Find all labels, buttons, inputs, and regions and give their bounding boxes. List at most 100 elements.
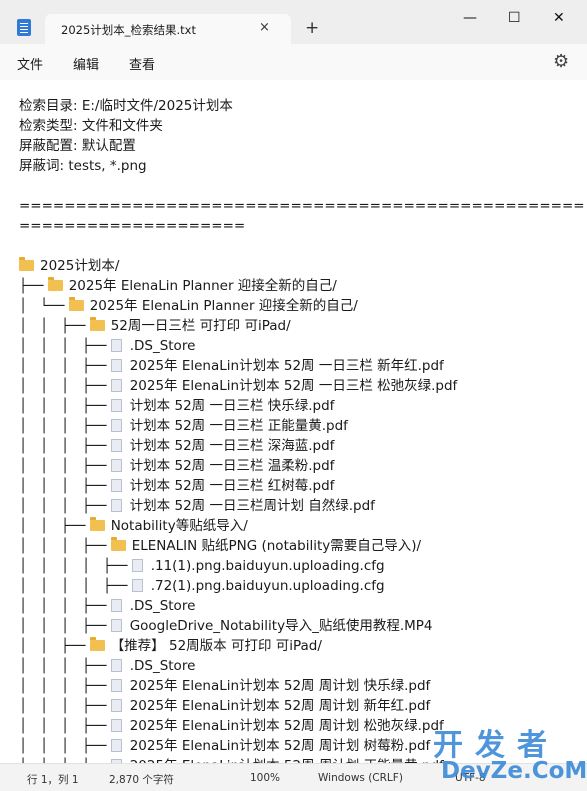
tab-title: 2025计划本_检索结果.txt	[61, 23, 196, 37]
text-line: 检索类型: 文件和文件夹	[19, 118, 163, 134]
entry-name: 计划本 52周 一日三栏 快乐绿.pdf	[129, 398, 335, 414]
entry-name: .DS_Store	[129, 598, 196, 614]
text-line: ========================================…	[19, 198, 585, 214]
entry-name: 2025年 ElenaLin计划本 52周 一日三栏 新年红.pdf	[129, 358, 444, 374]
tree-prefix: │ │ │ ├──	[19, 458, 111, 474]
folder-icon	[68, 297, 84, 311]
text-line: │ │ │ ├── 计划本 52周 一日三栏 红树莓.pdf	[19, 476, 334, 496]
file-icon	[110, 599, 122, 612]
tree-prefix: │ │ │ ├──	[19, 398, 111, 414]
tree-prefix: │ │ │ ├──	[19, 538, 111, 554]
text-editor[interactable]: 检索目录: E:/临时文件/2025计划本 检索类型: 文件和文件夹 屏蔽配置: 默…	[0, 80, 587, 763]
text-line: │ │ │ │ ├── .72(1).png.baiduyun.uploadin…	[19, 576, 385, 596]
menu-edit[interactable]: 编辑	[73, 54, 99, 73]
entry-name: .11(1).png.baiduyun.uploading.cfg	[150, 558, 385, 574]
entry-name: 计划本 52周 一日三栏 红树莓.pdf	[129, 478, 335, 494]
entry-name: 2025计划本/	[40, 258, 120, 274]
text-line: │ │ │ ├── ELENALIN 贴纸PNG (notability需要自己…	[19, 536, 421, 556]
text-line: │ └── 2025年 ElenaLin Planner 迎接全新的自己/	[19, 296, 358, 316]
tree-prefix: │ │ │ ├──	[19, 438, 111, 454]
text-line: ====================	[19, 218, 246, 234]
entry-name: .DS_Store	[129, 658, 196, 674]
text-line: │ │ │ ├── 计划本 52周 一日三栏 温柔粉.pdf	[19, 456, 334, 476]
entry-name: 计划本 52周 一日三栏 温柔粉.pdf	[129, 458, 335, 474]
watermark-logo: 开发者 DevZe.CoM	[415, 720, 587, 786]
entry-name: 2025年 ElenaLin Planner 迎接全新的自己/	[68, 278, 337, 294]
menu-view[interactable]: 查看	[129, 54, 155, 73]
entry-name: 计划本 52周 一日三栏周计划 自然绿.pdf	[129, 498, 375, 514]
file-icon	[110, 619, 122, 632]
text-line: ├── 2025年 ElenaLin Planner 迎接全新的自己/	[19, 276, 337, 296]
text-line: │ │ │ ├── .DS_Store	[19, 336, 195, 356]
entry-name: 2025年 ElenaLin计划本 52周 周计划 松弛灰绿.pdf	[129, 718, 444, 734]
tree-prefix: │ │ ├──	[19, 518, 90, 534]
close-tab-icon[interactable]: ×	[259, 20, 270, 35]
tree-prefix: ├──	[19, 278, 48, 294]
entry-name: .72(1).png.baiduyun.uploading.cfg	[150, 578, 385, 594]
entry-name: 2025年 ElenaLin Planner 迎接全新的自己/	[89, 298, 358, 314]
folder-icon	[47, 277, 63, 291]
file-icon	[131, 579, 143, 592]
tab-document[interactable]: 2025计划本_检索结果.txt ×	[45, 14, 291, 44]
tree-prefix: │ │ │ ├──	[19, 678, 111, 694]
folder-icon	[110, 537, 126, 551]
tree-prefix: │ └──	[19, 298, 69, 314]
entry-name: 52周一日三栏 可打印 可iPad/	[110, 318, 291, 334]
file-icon	[110, 379, 122, 392]
tree-prefix: │ │ │ ├──	[19, 338, 111, 354]
notepad-app-icon	[17, 19, 31, 36]
line-ending[interactable]: Windows (CRLF)	[318, 772, 403, 784]
file-icon	[110, 719, 122, 732]
text-line: │ │ ├── 52周一日三栏 可打印 可iPad/	[19, 316, 291, 336]
maximize-button[interactable]: ☐	[508, 10, 521, 26]
entry-name: ELENALIN 贴纸PNG (notability需要自己导入)/	[131, 538, 422, 554]
folder-icon	[89, 517, 105, 531]
tree-prefix: │ │ │ ├──	[19, 418, 111, 434]
file-icon	[110, 359, 122, 372]
zoom-level[interactable]: 100%	[250, 772, 280, 784]
tree-prefix: │ │ │ ├──	[19, 698, 111, 714]
entry-name: .DS_Store	[129, 338, 196, 354]
tree-prefix: │ │ │ ├──	[19, 658, 111, 674]
close-window-button[interactable]: ✕	[553, 10, 565, 26]
tree-prefix: │ │ │ │ ├──	[19, 578, 132, 594]
text-line: │ │ │ ├── 计划本 52周 一日三栏 深海蓝.pdf	[19, 436, 334, 456]
watermark-bottom: DevZe.CoM	[441, 758, 587, 784]
menu-file[interactable]: 文件	[17, 54, 43, 73]
menu-bar: 文件 编辑 查看 ⚙	[0, 44, 587, 80]
text-line: │ │ │ ├── 2025年 ElenaLin计划本 52周 周计划 松弛灰绿…	[19, 716, 444, 736]
text-line: │ │ │ ├── .DS_Store	[19, 656, 195, 676]
new-tab-button[interactable]: +	[305, 18, 319, 38]
entry-name: 2025年 ElenaLin计划本 52周 周计划 树莓粉.pdf	[129, 738, 431, 754]
folder-icon	[89, 637, 105, 651]
minimize-button[interactable]: —	[463, 10, 477, 26]
file-icon	[110, 399, 122, 412]
tree-prefix: │ │ ├──	[19, 318, 90, 334]
tree-prefix: │ │ │ ├──	[19, 498, 111, 514]
text-line: │ │ │ ├── GoogleDrive_Notability导入_贴纸使用教…	[19, 616, 432, 636]
text-line: │ │ │ ├── 计划本 52周 一日三栏周计划 自然绿.pdf	[19, 496, 375, 516]
folder-icon	[19, 257, 34, 271]
text-line: 检索目录: E:/临时文件/2025计划本	[19, 98, 233, 114]
entry-name: 2025年 ElenaLin计划本 52周 一日三栏 松弛灰绿.pdf	[129, 378, 458, 394]
text-line: │ │ │ ├── 2025年 ElenaLin计划本 52周 一日三栏 松弛灰…	[19, 376, 457, 396]
file-icon	[110, 419, 122, 432]
text-line: │ │ ├── Notability等贴纸导入/	[19, 516, 248, 536]
entry-name: GoogleDrive_Notability导入_贴纸使用教程.MP4	[129, 618, 433, 634]
entry-name: 2025年 ElenaLin计划本 52周 周计划 快乐绿.pdf	[129, 678, 431, 694]
tree-prefix: │ │ │ ├──	[19, 478, 111, 494]
text-line: │ │ │ │ ├── .11(1).png.baiduyun.uploadin…	[19, 556, 385, 576]
entry-name: Notability等贴纸导入/	[110, 518, 248, 534]
gear-icon[interactable]: ⚙	[553, 51, 569, 72]
text-line: │ │ │ ├── 2025年 ElenaLin计划本 52周 周计划 树莓粉.…	[19, 736, 430, 756]
title-bar: 2025计划本_检索结果.txt × + — ☐ ✕	[0, 0, 587, 44]
text-line: │ │ │ ├── 2025年 ElenaLin计划本 52周 周计划 快乐绿.…	[19, 676, 430, 696]
tree-prefix: │ │ │ ├──	[19, 718, 111, 734]
text-line: │ │ │ ├── 计划本 52周 一日三栏 正能量黄.pdf	[19, 416, 348, 436]
file-icon	[110, 459, 122, 472]
tree-prefix: │ │ │ ├──	[19, 598, 111, 614]
tree-prefix: │ │ │ │ ├──	[19, 558, 132, 574]
text-line: 屏蔽配置: 默认配置	[19, 138, 136, 154]
entry-name: 计划本 52周 一日三栏 正能量黄.pdf	[129, 418, 348, 434]
file-icon	[110, 499, 122, 512]
